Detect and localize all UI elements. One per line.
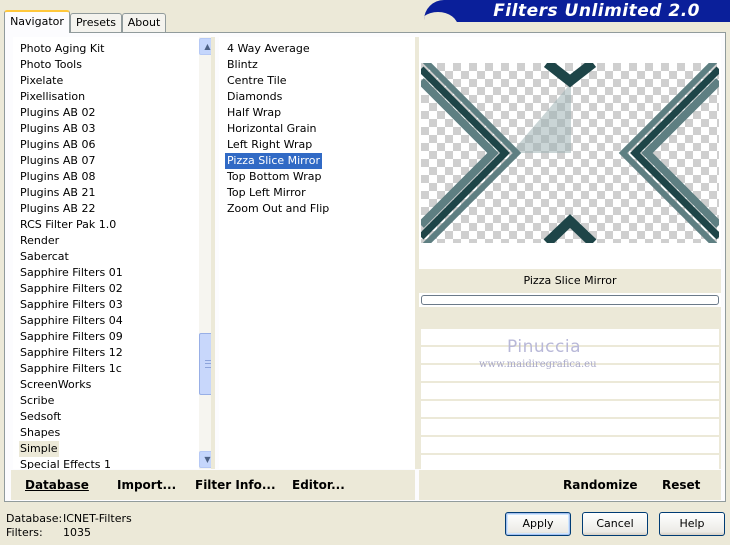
status-info: Database:ICNET-Filters Filters: 1035 (6, 512, 132, 540)
category-item[interactable]: RCS Filter Pak 1.0 (19, 217, 117, 233)
progress-bar (421, 295, 719, 305)
category-item[interactable]: Plugins AB 03 (19, 121, 96, 137)
filters-count-value: 1035 (63, 526, 91, 539)
parameter-row[interactable] (421, 383, 719, 399)
category-item[interactable]: Plugins AB 02 (19, 105, 96, 121)
navigator-panel: ▲ ▼ Photo Aging Kit Photo Tools Pixelate Pi… (4, 32, 726, 502)
category-item[interactable]: Photo Tools (19, 57, 83, 73)
help-button[interactable]: Help (659, 512, 725, 536)
apply-button[interactable]: Apply (505, 512, 571, 536)
scroll-down-button[interactable]: ▼ (199, 451, 211, 468)
scroll-up-button[interactable]: ▲ (199, 38, 211, 55)
category-item[interactable]: Sapphire Filters 1c (19, 361, 123, 377)
filter-list[interactable]: 4 Way Average Blintz Centre Tile Diamonds Ha… (219, 37, 415, 469)
filter-item[interactable]: Top Left Mirror (225, 185, 308, 201)
preview-area: Pizza Slice Mirror Pinuccia www.maidireg… (419, 37, 721, 471)
import-button[interactable]: Import... (117, 470, 176, 500)
tab-presets[interactable]: Presets (70, 13, 122, 33)
category-item[interactable]: Scribe (19, 393, 55, 409)
parameter-row[interactable] (421, 419, 719, 435)
category-item[interactable]: Sabercat (19, 249, 70, 265)
title-banner: Filters Unlimited 2.0 (424, 0, 730, 22)
navigator-button-bar: Database Import... Filter Info... Editor… (11, 470, 415, 500)
parameter-row[interactable] (421, 455, 719, 471)
chevron-up-icon: ▲ (204, 42, 211, 51)
category-item[interactable]: Sapphire Filters 12 (19, 345, 124, 361)
category-item[interactable]: Sapphire Filters 04 (19, 313, 124, 329)
category-item[interactable]: Photo Aging Kit (19, 41, 105, 57)
database-label: Database (25, 478, 89, 492)
filter-item[interactable]: 4 Way Average (225, 41, 312, 57)
category-item[interactable]: Plugins AB 22 (19, 201, 96, 217)
filter-item[interactable]: Horizontal Grain (225, 121, 318, 137)
category-item[interactable]: Pixellisation (19, 89, 86, 105)
database-status-value: ICNET-Filters (63, 512, 132, 525)
category-item[interactable]: Special Effects 1 (19, 457, 112, 469)
filter-item[interactable]: Centre Tile (225, 73, 289, 89)
category-list[interactable]: ▲ ▼ Photo Aging Kit Photo Tools Pixelate Pi… (13, 37, 211, 469)
database-button[interactable]: Database (25, 470, 89, 500)
preview-image (421, 63, 719, 243)
filter-item[interactable]: Pizza Slice Mirror (225, 153, 323, 169)
category-item[interactable]: Sapphire Filters 01 (19, 265, 124, 281)
editor-button[interactable]: Editor... (292, 470, 345, 500)
category-item[interactable]: Sapphire Filters 03 (19, 297, 124, 313)
tab-about[interactable]: About (122, 13, 166, 33)
chevron-down-icon: ▼ (204, 455, 211, 464)
divider (211, 37, 215, 469)
category-item[interactable]: Sapphire Filters 09 (19, 329, 124, 345)
category-item[interactable]: Shapes (19, 425, 61, 441)
category-item[interactable]: Sedsoft (19, 409, 62, 425)
filter-item[interactable]: Zoom Out and Flip (225, 201, 331, 217)
watermark-url: www.maidiregrafica.eu (479, 359, 597, 370)
cancel-button[interactable]: Cancel (582, 512, 648, 536)
category-item[interactable]: Simple (19, 441, 59, 457)
category-item[interactable]: Plugins AB 21 (19, 185, 96, 201)
parameter-area (419, 307, 721, 471)
category-item[interactable]: Plugins AB 08 (19, 169, 96, 185)
parameter-row[interactable] (421, 437, 719, 453)
scroll-thumb[interactable] (199, 333, 211, 395)
app-title: Filters Unlimited 2.0 (493, 1, 700, 21)
category-item[interactable]: Plugins AB 06 (19, 137, 96, 153)
parameter-row[interactable] (421, 401, 719, 417)
filter-item[interactable]: Top Bottom Wrap (225, 169, 324, 185)
randomize-button[interactable]: Randomize (563, 470, 637, 500)
tab-navigator[interactable]: Navigator (4, 10, 70, 33)
watermark-title: Pinuccia (507, 337, 581, 357)
category-item[interactable]: Plugins AB 07 (19, 153, 96, 169)
reset-button[interactable]: Reset (662, 470, 700, 500)
category-item[interactable]: Sapphire Filters 02 (19, 281, 124, 297)
preview-graphic (421, 63, 719, 243)
category-item[interactable]: Pixelate (19, 73, 64, 89)
filters-status-label: Filters: (6, 526, 43, 539)
filter-name-label: Pizza Slice Mirror (419, 269, 721, 293)
filter-info-button[interactable]: Filter Info... (195, 470, 276, 500)
database-status-label: Database: (6, 512, 63, 525)
filter-item[interactable]: Blintz (225, 57, 260, 73)
category-item[interactable]: Render (19, 233, 60, 249)
filter-item[interactable]: Left Right Wrap (225, 137, 314, 153)
filter-item[interactable]: Half Wrap (225, 105, 283, 121)
filter-item[interactable]: Diamonds (225, 89, 284, 105)
preview-button-bar: Randomize Reset (419, 470, 721, 500)
category-scrollbar[interactable]: ▲ ▼ (199, 37, 211, 469)
category-item[interactable]: ScreenWorks (19, 377, 92, 393)
